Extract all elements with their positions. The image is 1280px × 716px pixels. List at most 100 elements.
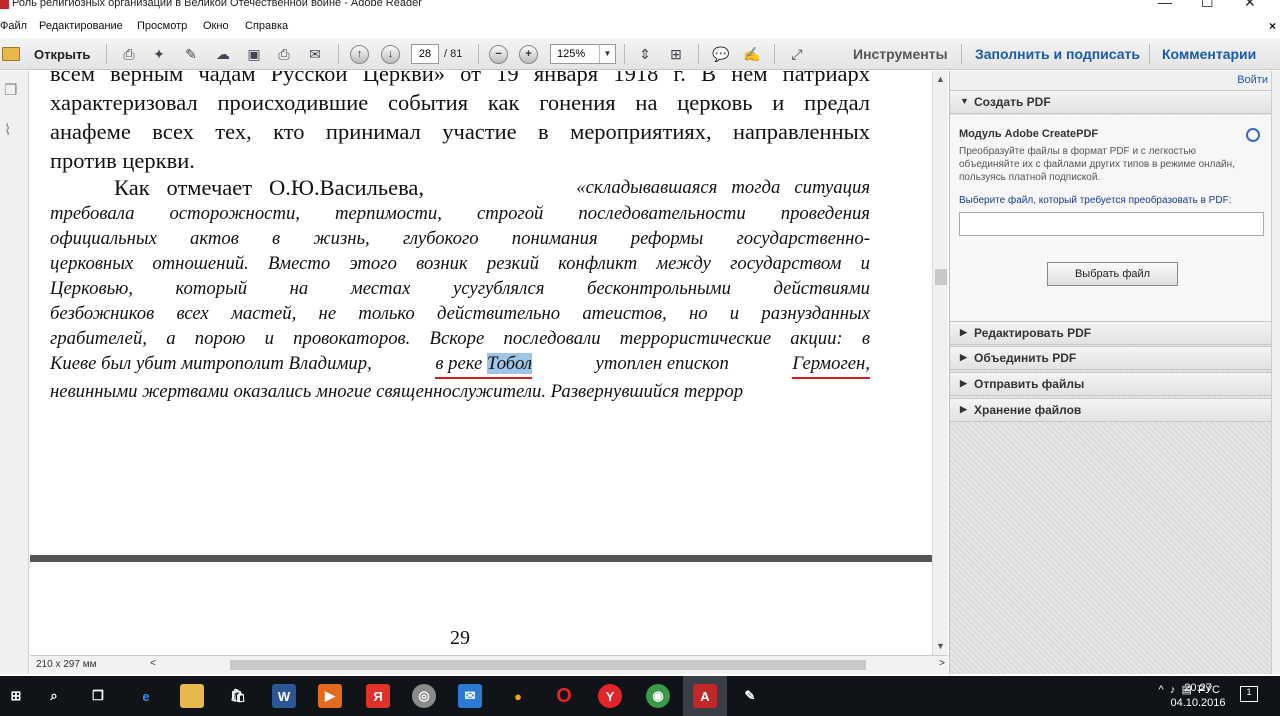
text-line: всем верным чадам Русской Церкви» от 19 … bbox=[50, 71, 870, 86]
file-explorer-icon[interactable] bbox=[180, 684, 204, 708]
yandex-icon[interactable]: Я bbox=[366, 684, 390, 708]
scroll-right-icon[interactable]: > bbox=[939, 658, 945, 669]
left-navigation-pane: ❐ ⌇ bbox=[0, 71, 29, 674]
clock[interactable]: 20:27 04.10.2016 bbox=[1170, 681, 1226, 711]
task-view-icon[interactable]: ❐ bbox=[86, 684, 110, 708]
open-button[interactable]: Открыть bbox=[2, 43, 90, 65]
pages-panel-icon[interactable]: ❐ bbox=[4, 81, 22, 101]
quote-text: требовала осторожности, терпимости, стро… bbox=[50, 203, 870, 224]
section-create-pdf[interactable]: ▼ Создать PDF bbox=[950, 90, 1272, 114]
fit-width-icon[interactable]: ⊞ bbox=[665, 43, 687, 65]
app-icon[interactable]: ◎ bbox=[412, 684, 436, 708]
menu-file[interactable]: Файл bbox=[0, 20, 27, 32]
comment-icon[interactable]: 💬 bbox=[710, 43, 732, 65]
zoom-select[interactable]: 125% ▼ bbox=[550, 44, 616, 64]
close-document-icon[interactable]: × bbox=[1269, 19, 1276, 33]
edge-browser-icon[interactable]: e bbox=[134, 684, 158, 708]
app-icon[interactable]: ● bbox=[506, 684, 530, 708]
fullscreen-icon[interactable]: ⤢ bbox=[786, 43, 808, 65]
text-line: против церкви. bbox=[50, 148, 195, 173]
comments-button[interactable]: Комментарии bbox=[1162, 46, 1256, 62]
menu-view[interactable]: Просмотр bbox=[137, 20, 187, 32]
quote-start: «складывавшаяся тогда ситуация bbox=[576, 177, 870, 198]
vertical-scrollbar[interactable]: ▲ ▼ bbox=[932, 71, 948, 655]
chevron-down-icon: ▼ bbox=[960, 96, 969, 106]
menu-window[interactable]: Окно bbox=[203, 20, 229, 32]
edit-icon[interactable]: ✎ bbox=[180, 43, 202, 65]
tools-button[interactable]: Инструменты bbox=[853, 46, 948, 62]
quote-line: официальных актов в жизнь, глубокого пон… bbox=[50, 226, 870, 251]
horizontal-scrollbar[interactable]: < > bbox=[150, 658, 945, 671]
notifications-icon[interactable]: 1 bbox=[1240, 686, 1258, 702]
horizontal-scrollbar-thumb[interactable] bbox=[230, 660, 866, 670]
section-send-files[interactable]: ▶ Отправить файлы bbox=[950, 372, 1272, 396]
windows-start-icon[interactable]: ⊞ bbox=[4, 684, 28, 708]
minimize-icon[interactable]: — bbox=[1158, 0, 1172, 10]
scroll-left-icon[interactable]: < bbox=[150, 658, 156, 669]
fill-and-sign-button[interactable]: Заполнить и подписать bbox=[975, 46, 1140, 62]
page-size: 210 x 297 мм bbox=[36, 659, 97, 670]
save-icon[interactable]: ▣ bbox=[243, 43, 265, 65]
quote-text: невинными жертвами оказались многие свящ… bbox=[50, 381, 744, 402]
print-icon[interactable]: ⎙ bbox=[273, 43, 295, 65]
toolbar-divider bbox=[961, 44, 962, 64]
paint-icon[interactable]: ✎ bbox=[738, 684, 762, 708]
mail-icon[interactable]: ✉ bbox=[458, 684, 482, 708]
login-link[interactable]: Войти bbox=[1237, 74, 1268, 86]
highlight-icon[interactable]: ✍ bbox=[741, 43, 763, 65]
section-edit-pdf[interactable]: ▶ Редактировать PDF bbox=[950, 321, 1272, 345]
close-icon[interactable]: ✕ bbox=[1244, 0, 1256, 11]
fit-page-icon[interactable]: ⇕ bbox=[634, 43, 656, 65]
previous-page-icon[interactable]: ↑ bbox=[350, 45, 369, 64]
quote-line: невинными жертвами оказались многие свящ… bbox=[50, 379, 870, 404]
scrollbar-thumb[interactable] bbox=[935, 269, 947, 285]
underline-annotation[interactable]: в реке Тобол bbox=[435, 351, 532, 379]
media-player-icon[interactable]: ▶ bbox=[318, 684, 342, 708]
upload-cloud-icon[interactable]: ☁ bbox=[212, 43, 234, 65]
scroll-down-icon[interactable]: ▼ bbox=[936, 641, 945, 651]
store-icon[interactable]: 🛍 bbox=[226, 684, 250, 708]
search-icon[interactable]: ⌕ bbox=[42, 684, 66, 708]
taskbar: ⊞ ⌕ ❐ e 🛍 W ▶ Я ◎ ✉ ● O Y ◉ A ✎ ^ ♪ ▤ РУ… bbox=[0, 676, 1280, 716]
zoom-in-icon[interactable]: + bbox=[519, 45, 538, 64]
module-description: Преобразуйте файлы в формат PDF и с легк… bbox=[959, 146, 1235, 183]
clock-date: 04.10.2016 bbox=[1170, 697, 1226, 709]
text-line: характеризовал происходившие события как… bbox=[50, 90, 870, 115]
zoom-out-icon[interactable]: − bbox=[489, 45, 508, 64]
chrome-icon[interactable]: ◉ bbox=[646, 684, 670, 708]
section-title: Отправить файлы bbox=[974, 377, 1085, 391]
menu-edit[interactable]: Редактирование bbox=[39, 20, 123, 32]
create-pdf-icon[interactable]: ⎙ bbox=[118, 43, 140, 65]
menu-help[interactable]: Справка bbox=[245, 20, 288, 32]
choose-file-button[interactable]: Выбрать файл bbox=[1047, 262, 1178, 286]
yandex-browser-icon[interactable]: Y bbox=[598, 684, 622, 708]
opera-icon[interactable]: O bbox=[552, 684, 576, 708]
toolbar-divider bbox=[698, 44, 699, 64]
section-combine-pdf[interactable]: ▶ Объединить PDF bbox=[950, 346, 1272, 370]
word-icon[interactable]: W bbox=[272, 684, 296, 708]
document-page: всем верным чадам Русской Церкви» от 19 … bbox=[50, 71, 870, 404]
toolbar-divider bbox=[478, 44, 479, 64]
scroll-up-icon[interactable]: ▲ bbox=[936, 74, 945, 84]
toolbar-divider bbox=[106, 44, 107, 64]
section-store-files[interactable]: ▶ Хранение файлов bbox=[950, 398, 1272, 422]
adobe-reader-taskbar-icon[interactable]: A bbox=[693, 684, 717, 708]
next-page-icon[interactable]: ↓ bbox=[381, 45, 400, 64]
maximize-icon[interactable]: ☐ bbox=[1201, 0, 1214, 11]
document-view[interactable]: всем верным чадам Русской Церкви» от 19 … bbox=[30, 71, 932, 655]
attachments-icon[interactable]: ⌇ bbox=[4, 121, 22, 141]
section-title: Объединить PDF bbox=[974, 351, 1077, 365]
selected-text-highlight[interactable]: Тобол bbox=[486, 353, 532, 374]
underline-annotation[interactable]: Гермоген, bbox=[792, 351, 870, 379]
email-icon[interactable]: ✉ bbox=[304, 43, 326, 65]
choose-file-prompt: Выберите файл, который требуется преобра… bbox=[959, 195, 1232, 206]
pdf-tools-icon[interactable]: ✦ bbox=[148, 43, 170, 65]
chevron-down-icon[interactable]: ▼ bbox=[599, 45, 615, 63]
file-path-input[interactable] bbox=[959, 212, 1264, 236]
tray-chevron-up-icon[interactable]: ^ bbox=[1159, 684, 1164, 696]
quote-line: Церковью, который на местах усугублялся … bbox=[50, 276, 870, 301]
panel-scrollbar[interactable] bbox=[1271, 71, 1280, 674]
quote-line: требовала осторожности, терпимости, стро… bbox=[50, 201, 870, 226]
quote-text: Киеве был убит митрополит Владимир, bbox=[50, 353, 372, 374]
page-number-input[interactable]: 28 bbox=[411, 44, 439, 64]
